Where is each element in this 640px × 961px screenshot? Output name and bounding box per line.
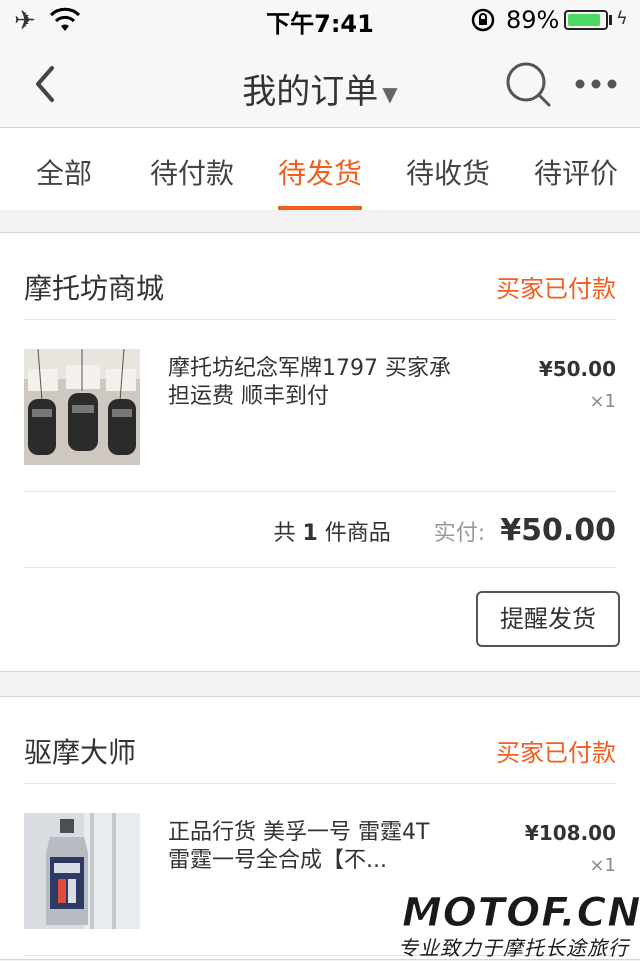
nav-bar: 我的订单 ▼ xyxy=(0,40,640,128)
item-quantity: ×1 xyxy=(589,391,616,412)
charging-icon: ϟ xyxy=(616,8,628,29)
more-icon[interactable] xyxy=(574,70,618,98)
watermark-sub: 专业致力于摩托长途旅行 xyxy=(398,936,629,960)
item-title[interactable]: 正品行货 美孚一号 雷霆4T 雷霆一号全合成【不... xyxy=(168,819,458,875)
tab-all[interactable]: 全部 xyxy=(0,152,128,192)
remind-shipment-button[interactable]: 提醒发货 xyxy=(476,591,620,647)
order-tabs: 全部 待付款 待发货 待收货 待评价 xyxy=(0,128,640,210)
summary-count: 1 xyxy=(302,521,318,546)
order-card: 摩托坊商城 买家已付款 摩托坊纪念军牌1797 买家承担运费 顺丰到付 ¥50.… xyxy=(0,232,640,672)
summary-suffix: 件商品 xyxy=(324,521,391,546)
item-price: ¥50.00 xyxy=(538,357,616,381)
battery-percent: 89% xyxy=(506,6,560,34)
tab-pending-payment[interactable]: 待付款 xyxy=(128,152,256,192)
item-quantity: ×1 xyxy=(589,855,616,876)
product-image[interactable] xyxy=(24,813,140,929)
watermark-logo: MOTOF.CN 专业致力于摩托长途旅行 xyxy=(396,890,640,961)
item-title[interactable]: 摩托坊纪念军牌1797 买家承担运费 顺丰到付 xyxy=(168,355,458,411)
divider xyxy=(24,783,616,784)
tab-pending-review[interactable]: 待评价 xyxy=(512,152,640,192)
rotation-lock-icon xyxy=(471,8,495,32)
search-icon[interactable] xyxy=(504,60,552,108)
order-status: 买家已付款 xyxy=(496,739,616,767)
summary-prefix: 共 xyxy=(273,521,296,546)
store-name[interactable]: 驱摩大师 xyxy=(24,731,136,771)
watermark-main: MOTOF.CN xyxy=(402,890,640,937)
status-bar: ✈ 下午7:41 89% ϟ xyxy=(0,0,640,40)
battery-cap xyxy=(609,15,612,25)
divider xyxy=(24,319,616,320)
tab-pending-shipment[interactable]: 待发货 xyxy=(256,152,384,192)
divider xyxy=(24,567,616,568)
tab-active-indicator xyxy=(278,206,362,210)
divider xyxy=(24,491,616,492)
store-name[interactable]: 摩托坊商城 xyxy=(24,267,164,307)
paid-label: 实付: xyxy=(433,521,486,546)
paid-amount: ¥50.00 xyxy=(500,513,616,548)
caret-down-icon: ▼ xyxy=(382,81,398,106)
order-status: 买家已付款 xyxy=(496,275,616,303)
order-summary: 共 1 件商品 实付: ¥50.00 xyxy=(273,513,616,548)
item-price: ¥108.00 xyxy=(524,821,616,845)
battery-icon xyxy=(564,10,608,30)
page-title-text: 我的订单 xyxy=(242,72,379,112)
product-image[interactable] xyxy=(24,349,140,465)
tab-pending-receipt[interactable]: 待收货 xyxy=(384,152,512,192)
